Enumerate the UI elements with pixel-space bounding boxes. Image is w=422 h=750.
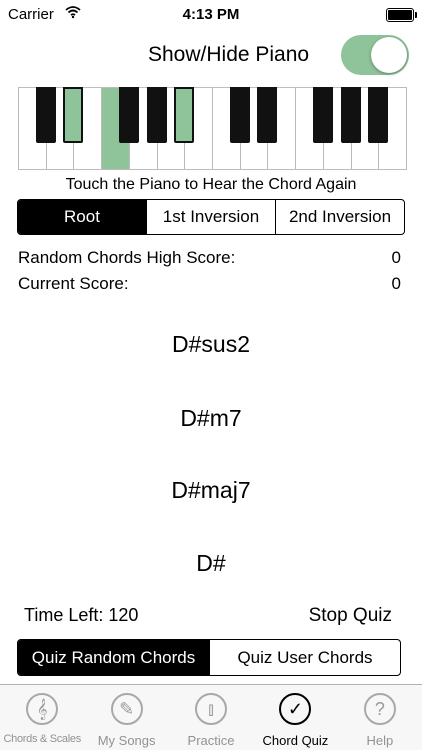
- piano-black-key[interactable]: [118, 87, 139, 143]
- current-score-label: Current Score:: [18, 274, 129, 293]
- piano-black-key[interactable]: [312, 87, 333, 143]
- treble-clef-icon: 𝄞: [26, 693, 59, 725]
- piano-black-key[interactable]: [368, 87, 389, 143]
- piano-black-key[interactable]: [35, 87, 56, 143]
- high-score-value: 0: [391, 248, 401, 267]
- time-left-value: 120: [108, 605, 139, 625]
- chord-choice-4[interactable]: D#: [0, 550, 422, 577]
- tab-label: Chord Quiz: [262, 733, 329, 748]
- piano-black-key[interactable]: [63, 87, 84, 143]
- time-left-label: Time Left:: [24, 605, 104, 625]
- chord-choice-2[interactable]: D#m7: [0, 405, 422, 432]
- tab-label: Practice: [187, 733, 235, 748]
- tab-chord-quiz[interactable]: ✓ Chord Quiz: [253, 685, 337, 750]
- status-time: 4:13 PM: [182, 6, 240, 23]
- current-score-row: Current Score: 0: [18, 274, 401, 294]
- quiz-mode-segmented-control: Quiz Random Chords Quiz User Chords: [17, 639, 401, 676]
- piano-black-key[interactable]: [257, 87, 278, 143]
- tab-label: Help: [366, 733, 394, 748]
- show-hide-piano-label: Show/Hide Piano: [148, 43, 310, 66]
- tab-label: My Songs: [97, 733, 156, 748]
- piano-black-key[interactable]: [340, 87, 361, 143]
- segment-root[interactable]: Root: [18, 200, 146, 234]
- tab-chords-scales[interactable]: 𝄞 Chords & Scales: [0, 685, 84, 750]
- high-score-row: Random Chords High Score: 0: [18, 248, 401, 268]
- quiz-random-chords-button[interactable]: Quiz Random Chords: [18, 640, 209, 675]
- show-piano-toggle[interactable]: [341, 35, 409, 75]
- chord-choice-1[interactable]: D#sus2: [0, 331, 422, 358]
- current-score-value: 0: [391, 274, 401, 293]
- tab-bar: 𝄞 Chords & Scales ✎ My Songs ⫾ Practice …: [0, 684, 422, 750]
- tab-practice[interactable]: ⫾ Practice: [169, 685, 253, 750]
- chord-choice-3[interactable]: D#maj7: [0, 477, 422, 504]
- quiz-user-chords-button[interactable]: Quiz User Chords: [209, 640, 400, 675]
- piano-keyboard[interactable]: [18, 87, 407, 170]
- tab-label: Chords & Scales: [3, 733, 81, 745]
- pencil-icon: ✎: [110, 693, 143, 725]
- tab-my-songs[interactable]: ✎ My Songs: [84, 685, 168, 750]
- piano-black-key[interactable]: [229, 87, 250, 143]
- time-left: Time Left: 120: [24, 605, 138, 626]
- checkmark-icon: ✓: [279, 693, 312, 725]
- metronome-icon: ⫾: [195, 693, 228, 725]
- piano-hint: Touch the Piano to Hear the Chord Again: [65, 176, 357, 193]
- segment-2nd-inversion[interactable]: 2nd Inversion: [275, 200, 404, 234]
- question-icon: ?: [363, 693, 396, 725]
- tab-help[interactable]: ? Help: [338, 685, 422, 750]
- segment-1st-inversion[interactable]: 1st Inversion: [146, 200, 275, 234]
- status-bar: Carrier 4:13 PM: [0, 0, 422, 30]
- piano-black-key[interactable]: [174, 87, 195, 143]
- piano-black-key[interactable]: [146, 87, 167, 143]
- battery-icon: [386, 8, 417, 22]
- stop-quiz-button[interactable]: Stop Quiz: [309, 605, 392, 627]
- high-score-label: Random Chords High Score:: [18, 248, 236, 267]
- inversion-segmented-control: Root 1st Inversion 2nd Inversion: [17, 199, 405, 235]
